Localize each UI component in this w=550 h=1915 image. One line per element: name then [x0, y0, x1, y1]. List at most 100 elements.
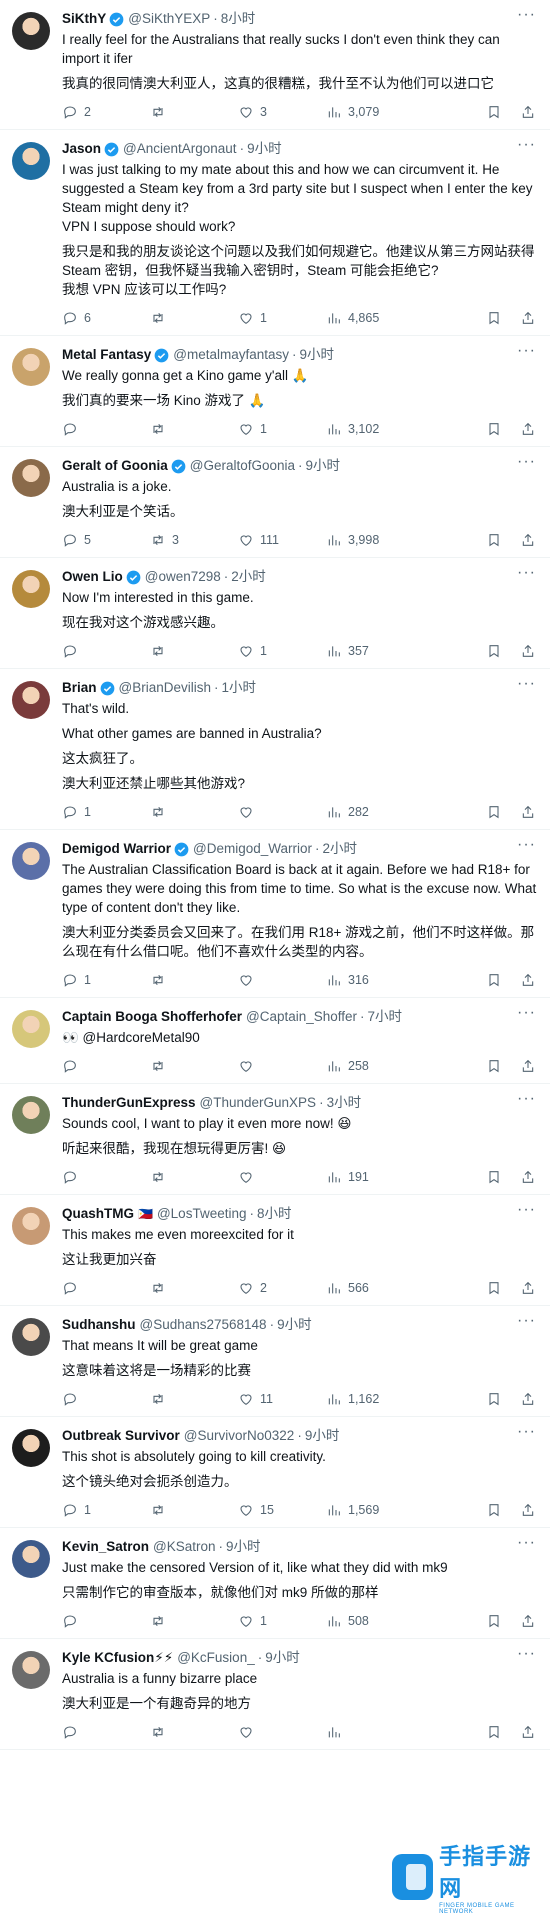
- reply-button[interactable]: [62, 1058, 150, 1074]
- more-icon[interactable]: ···: [517, 1004, 536, 1022]
- bookmark-button[interactable]: [486, 1613, 502, 1629]
- share-button[interactable]: [520, 310, 536, 326]
- bookmark-button[interactable]: [486, 1724, 502, 1740]
- display-name[interactable]: Kevin_Satron: [62, 1538, 149, 1556]
- display-name[interactable]: ThunderGunExpress: [62, 1094, 196, 1112]
- more-icon[interactable]: ···: [517, 6, 536, 24]
- user-handle[interactable]: @Sudhans27568148: [140, 1316, 267, 1334]
- avatar[interactable]: [12, 459, 50, 497]
- bookmark-button[interactable]: [486, 421, 502, 437]
- views-button[interactable]: 191: [326, 1169, 436, 1185]
- like-button[interactable]: 1: [238, 1613, 326, 1629]
- bookmark-button[interactable]: [486, 1058, 502, 1074]
- timestamp[interactable]: 8小时: [257, 1205, 292, 1223]
- avatar[interactable]: [12, 1096, 50, 1134]
- retweet-button[interactable]: [150, 104, 238, 120]
- user-handle[interactable]: @KSatron: [153, 1538, 215, 1556]
- like-button[interactable]: [238, 1169, 326, 1185]
- share-button[interactable]: [520, 532, 536, 548]
- bookmark-button[interactable]: [486, 1391, 502, 1407]
- tweet[interactable]: Captain Booga Shofferhofer @Captain_Shoff…: [0, 998, 550, 1084]
- reply-button[interactable]: [62, 1169, 150, 1185]
- user-handle[interactable]: @LosTweeting: [157, 1205, 247, 1223]
- bookmark-button[interactable]: [486, 804, 502, 820]
- like-button[interactable]: [238, 804, 326, 820]
- reply-button[interactable]: [62, 421, 150, 437]
- more-icon[interactable]: ···: [517, 1201, 536, 1219]
- timestamp[interactable]: 8小时: [221, 10, 256, 28]
- avatar[interactable]: [12, 1429, 50, 1467]
- views-button[interactable]: 3,102: [326, 421, 436, 437]
- retweet-button[interactable]: [150, 972, 238, 988]
- share-button[interactable]: [520, 104, 536, 120]
- tweet[interactable]: Sudhanshu @Sudhans27568148 · 9小时 ··· That mea…: [0, 1306, 550, 1417]
- reply-button[interactable]: 6: [62, 310, 150, 326]
- user-handle[interactable]: @ThunderGunXPS: [200, 1094, 317, 1112]
- user-handle[interactable]: @AncientArgonaut: [123, 140, 237, 158]
- avatar[interactable]: [12, 1207, 50, 1245]
- user-handle[interactable]: @BrianDevilish: [119, 679, 211, 697]
- avatar[interactable]: [12, 842, 50, 880]
- avatar[interactable]: [12, 348, 50, 386]
- bookmark-button[interactable]: [486, 310, 502, 326]
- timestamp[interactable]: 9小时: [277, 1316, 312, 1334]
- retweet-button[interactable]: [150, 421, 238, 437]
- timestamp[interactable]: 9小时: [265, 1649, 300, 1667]
- bookmark-button[interactable]: [486, 1280, 502, 1296]
- share-button[interactable]: [520, 643, 536, 659]
- like-button[interactable]: 3: [238, 104, 326, 120]
- share-button[interactable]: [520, 1724, 536, 1740]
- more-icon[interactable]: ···: [517, 675, 536, 693]
- bookmark-button[interactable]: [486, 1502, 502, 1518]
- share-button[interactable]: [520, 1169, 536, 1185]
- retweet-button[interactable]: [150, 643, 238, 659]
- user-handle[interactable]: @owen7298: [145, 568, 221, 586]
- views-button[interactable]: 566: [326, 1280, 436, 1296]
- timestamp[interactable]: 9小时: [305, 1427, 340, 1445]
- display-name[interactable]: Owen Lio: [62, 568, 123, 586]
- share-button[interactable]: [520, 1613, 536, 1629]
- more-icon[interactable]: ···: [517, 1090, 536, 1108]
- retweet-button[interactable]: [150, 1391, 238, 1407]
- views-button[interactable]: 1,569: [326, 1502, 436, 1518]
- display-name[interactable]: Brian: [62, 679, 97, 697]
- timestamp[interactable]: 9小时: [226, 1538, 261, 1556]
- timestamp[interactable]: 9小时: [306, 457, 341, 475]
- tweet[interactable]: Metal Fantasy @metalmayfantasy · 9小时 ··· We r…: [0, 336, 550, 447]
- reply-button[interactable]: [62, 643, 150, 659]
- like-button[interactable]: [238, 1724, 326, 1740]
- display-name[interactable]: SiKthY: [62, 10, 106, 28]
- views-button[interactable]: 357: [326, 643, 436, 659]
- reply-button[interactable]: 5: [62, 532, 150, 548]
- retweet-button[interactable]: [150, 1613, 238, 1629]
- tweet[interactable]: SiKthY @SiKthYEXP · 8小时 ··· I really feel for…: [0, 0, 550, 130]
- user-handle[interactable]: @Captain_Shoffer: [246, 1008, 357, 1026]
- display-name[interactable]: Outbreak Survivor: [62, 1427, 180, 1445]
- bookmark-button[interactable]: [486, 104, 502, 120]
- views-button[interactable]: 3,998: [326, 532, 436, 548]
- tweet[interactable]: ThunderGunExpress @ThunderGunXPS · 3小时 ··· So…: [0, 1084, 550, 1195]
- reply-button[interactable]: [62, 1280, 150, 1296]
- avatar[interactable]: [12, 1010, 50, 1048]
- timestamp[interactable]: 9小时: [247, 140, 282, 158]
- views-button[interactable]: 282: [326, 804, 436, 820]
- like-button[interactable]: 2: [238, 1280, 326, 1296]
- timestamp[interactable]: 3小时: [327, 1094, 362, 1112]
- share-button[interactable]: [520, 972, 536, 988]
- share-button[interactable]: [520, 1280, 536, 1296]
- retweet-button[interactable]: [150, 1058, 238, 1074]
- user-handle[interactable]: @metalmayfantasy: [173, 346, 289, 364]
- tweet[interactable]: QuashTMG 🇵🇭 @LosTweeting · 8小时 ··· This makes …: [0, 1195, 550, 1306]
- views-button[interactable]: 508: [326, 1613, 436, 1629]
- more-icon[interactable]: ···: [517, 342, 536, 360]
- bookmark-button[interactable]: [486, 1169, 502, 1185]
- like-button[interactable]: 1: [238, 421, 326, 437]
- avatar[interactable]: [12, 142, 50, 180]
- like-button[interactable]: [238, 972, 326, 988]
- avatar[interactable]: [12, 1318, 50, 1356]
- tweet[interactable]: Outbreak Survivor @SurvivorNo0322 · 9小时 ··· T…: [0, 1417, 550, 1528]
- like-button[interactable]: [238, 1058, 326, 1074]
- tweet[interactable]: Demigod Warrior @Demigod_Warrior · 2小时 ··· Th…: [0, 830, 550, 998]
- reply-button[interactable]: 1: [62, 804, 150, 820]
- avatar[interactable]: [12, 1651, 50, 1689]
